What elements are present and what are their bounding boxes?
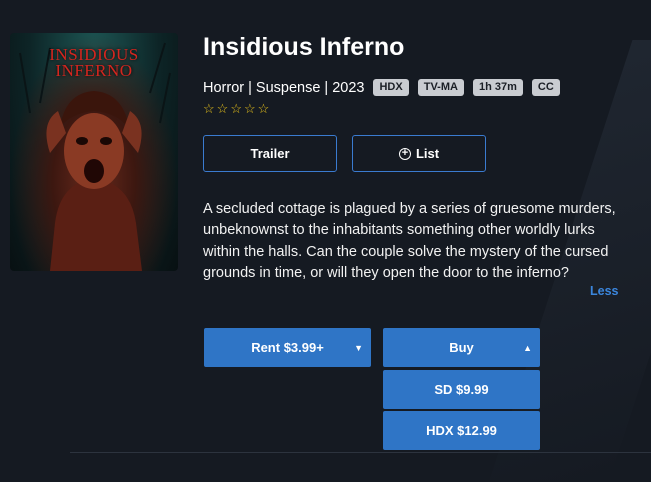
star-outline-icon[interactable]: ☆ (244, 102, 256, 116)
rent-label: Rent $3.99+ (251, 340, 324, 355)
star-outline-icon[interactable]: ☆ (230, 102, 242, 116)
caret-down-icon: ▼ (354, 342, 363, 353)
star-outline-icon[interactable]: ☆ (217, 102, 229, 116)
rating-badge: TV-MA (417, 79, 464, 96)
movie-meta: Horror | Suspense | 2023 HDX TV-MA 1h 37… (203, 79, 560, 96)
buy-option-hdx[interactable]: HDX $12.99 (383, 411, 540, 450)
movie-title: Insidious Inferno (203, 33, 405, 61)
poster-title-line2: INFERNO (55, 61, 133, 80)
poster-title: INSIDIOUS INFERNO (10, 46, 178, 80)
list-label: List (415, 146, 440, 161)
movie-description: A secluded cottage is plagued by a serie… (203, 201, 616, 282)
caret-up-icon: ▲ (523, 342, 532, 353)
trailer-button[interactable]: Trailer (203, 135, 337, 172)
cc-badge: CC (531, 79, 560, 96)
add-to-list-button[interactable]: + List (352, 135, 486, 172)
star-outline-icon[interactable]: ☆ (203, 102, 215, 116)
genre-year: Horror | Suspense | 2023 (203, 79, 365, 96)
buy-option-hdx-label: HDX $12.99 (426, 423, 497, 438)
less-link[interactable]: Less (590, 284, 619, 298)
buy-button[interactable]: Buy ▲ (383, 328, 540, 367)
star-outline-icon[interactable]: ☆ (258, 102, 270, 116)
buy-option-sd[interactable]: SD $9.99 (383, 370, 540, 409)
star-rating[interactable]: ☆ ☆ ☆ ☆ ☆ (203, 102, 269, 116)
buy-label: Buy (449, 340, 474, 355)
quality-badge: HDX (373, 79, 409, 96)
trailer-label: Trailer (250, 146, 290, 161)
movie-poster[interactable]: INSIDIOUS INFERNO (10, 33, 178, 271)
runtime-badge: 1h 37m (472, 79, 523, 96)
divider (70, 452, 651, 453)
rent-button[interactable]: Rent $3.99+ ▼ (204, 328, 371, 367)
plus-circle-icon: + (398, 147, 411, 160)
buy-option-sd-label: SD $9.99 (434, 382, 489, 397)
